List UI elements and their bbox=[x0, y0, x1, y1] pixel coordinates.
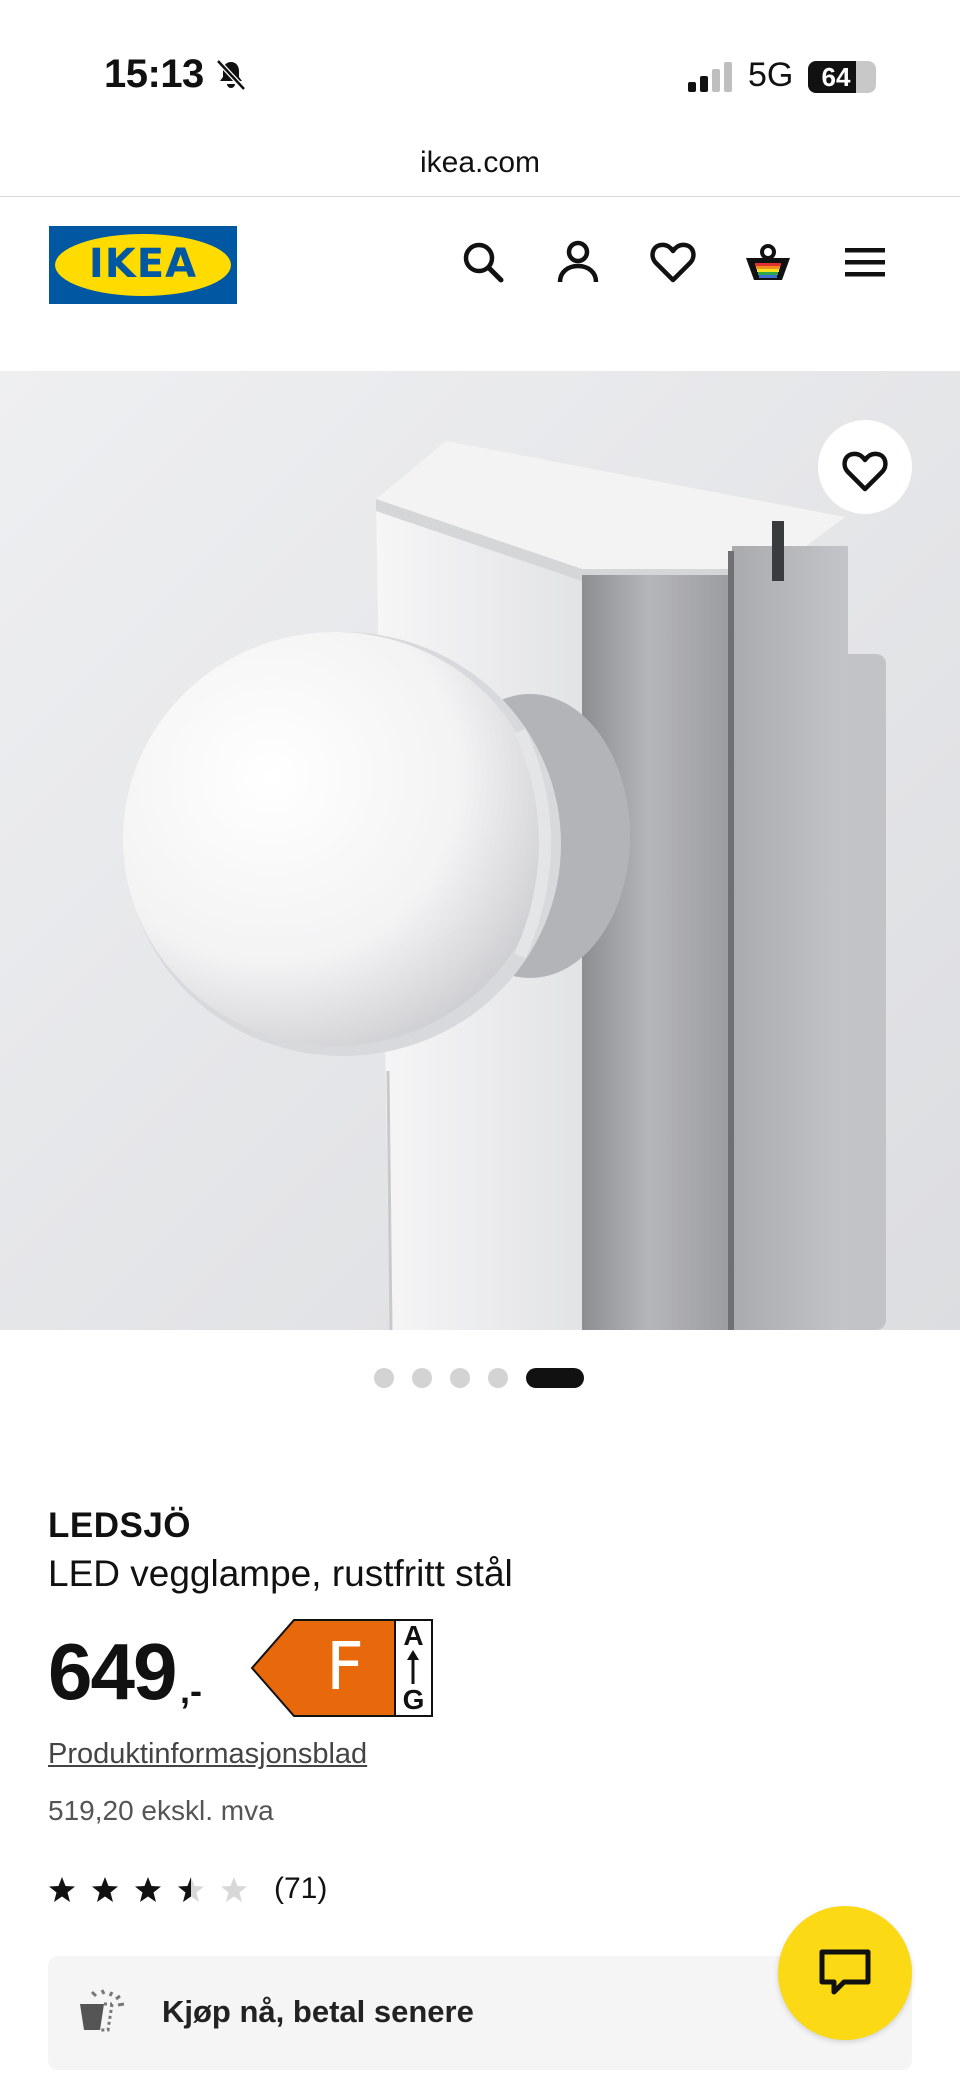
signal-icon bbox=[688, 62, 732, 92]
carousel-dot[interactable] bbox=[412, 1368, 432, 1388]
half-star-icon bbox=[178, 1877, 204, 1902]
search-icon[interactable] bbox=[459, 238, 507, 286]
add-to-favorites-button[interactable] bbox=[818, 420, 912, 514]
product-image[interactable] bbox=[0, 371, 960, 1330]
star-icon bbox=[221, 1877, 247, 1902]
image-carousel-indicator bbox=[0, 1366, 960, 1390]
product-description: LED vegglampe, rustfritt stål bbox=[48, 1553, 513, 1594]
price: 649 bbox=[48, 1627, 177, 1716]
divider bbox=[0, 196, 960, 197]
energy-class: F bbox=[326, 1628, 364, 1705]
address-bar[interactable]: ikea.com bbox=[0, 146, 960, 180]
energy-scale-bottom: G bbox=[402, 1684, 425, 1715]
carousel-dot[interactable] bbox=[488, 1368, 508, 1388]
price-suffix: ,- bbox=[180, 1670, 202, 1711]
menu-icon[interactable] bbox=[841, 238, 889, 286]
banner-label: Kjøp nå, betal senere bbox=[162, 1994, 474, 2029]
battery-level: 64 bbox=[821, 62, 851, 92]
carousel-dot[interactable] bbox=[374, 1368, 394, 1388]
product-name: LEDSJÖ bbox=[48, 1506, 192, 1545]
review-count[interactable]: (71) bbox=[274, 1872, 327, 1906]
star-icon bbox=[135, 1877, 161, 1902]
basket-icon[interactable] bbox=[744, 238, 792, 286]
carousel-dot[interactable] bbox=[450, 1368, 470, 1388]
star-icon bbox=[49, 1877, 75, 1902]
bell-muted-icon bbox=[216, 59, 246, 91]
heart-icon bbox=[842, 451, 888, 492]
price-excl-vat: 519,20 ekskl. mva bbox=[48, 1795, 274, 1826]
status-time: 15:13 bbox=[104, 52, 204, 96]
network-type: 5G bbox=[748, 56, 794, 94]
product-info-sheet-link[interactable]: Produktinformasjonsblad bbox=[48, 1738, 367, 1771]
rating-stars[interactable] bbox=[48, 1872, 248, 1908]
energy-scale-top: A bbox=[403, 1620, 424, 1651]
payment-split-icon bbox=[80, 1989, 125, 2032]
star-icon bbox=[92, 1877, 118, 1902]
heart-icon[interactable] bbox=[649, 238, 697, 286]
account-icon[interactable] bbox=[554, 238, 602, 286]
lamp-illustration bbox=[0, 371, 960, 1330]
ikea-logo[interactable]: IKEA bbox=[49, 226, 237, 304]
carousel-dot-active[interactable] bbox=[526, 1368, 584, 1388]
chat-button[interactable] bbox=[778, 1906, 912, 2040]
logo-text: IKEA bbox=[88, 241, 198, 287]
battery-icon: 64 bbox=[808, 61, 876, 93]
chat-icon bbox=[819, 1949, 871, 1995]
energy-label[interactable]: F A G bbox=[250, 1618, 434, 1718]
